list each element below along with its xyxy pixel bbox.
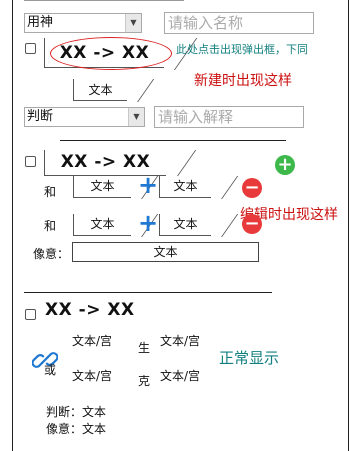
frame-right-border [348,0,349,451]
edit-main-tab-label: XX -> XX [60,152,151,172]
desc-input[interactable]: 请输入解释 [154,106,304,128]
plus-icon[interactable]: + [138,211,158,235]
name-input-placeholder: 请输入名称 [168,14,244,32]
plus-icon: + [277,154,293,175]
top-divider [24,0,184,1]
row2-text-b-label: 文本 [173,217,198,231]
display-title: XX -> XX [45,300,135,320]
minus-icon: − [244,213,260,234]
sheng-label: 生 [138,341,151,355]
xiangyi-input-value: 文本 [153,245,178,259]
display-item-checkbox[interactable] [25,309,36,320]
row1-text-a-label: 文本 [90,179,115,193]
plus-icon[interactable]: + [138,173,158,197]
chevron-down-icon: ▼ [125,14,141,32]
row2-text-a[interactable]: 文本 [73,214,131,236]
right-bottom-value: 文本/宫 [160,369,201,383]
new-mode-note: 新建时出现这样 [194,73,292,89]
xiangyi-line: 像意：文本 [46,422,107,436]
highlight-ellipse [50,37,172,70]
new-text-tab[interactable]: 文本 [73,79,127,101]
row2-text-a-label: 文本 [90,217,115,231]
chevron-down-icon: ▼ [128,108,144,126]
judge-select[interactable]: 判断 ▼ [24,107,145,127]
normal-display-note: 正常显示 [219,349,280,367]
judge-line: 判断：文本 [46,405,107,419]
popup-hint-note: 此处点击出现弹出框，下同 [176,43,308,56]
row1-text-a[interactable]: 文本 [73,176,131,198]
section-divider-1 [60,140,286,141]
row1-text-b-label: 文本 [173,179,198,193]
name-input[interactable]: 请输入名称 [164,12,314,34]
type-select[interactable]: 用神 ▼ [24,13,142,33]
xiangyi-label: 像意： [33,247,70,261]
edit-item-checkbox[interactable] [25,156,36,167]
minus-icon: − [244,177,260,198]
remove-row-button-2[interactable]: − [242,214,262,234]
new-text-tab-label: 文本 [88,83,113,97]
row1-text-b[interactable]: 文本 [159,176,211,198]
judge-select-value: 判断 [27,109,54,124]
left-bottom-value: 文本/宫 [72,369,113,383]
new-item-checkbox[interactable] [25,43,36,54]
frame-left-border [12,0,13,451]
ke-label: 克 [138,374,151,388]
right-top-value: 文本/宫 [160,334,201,348]
section-divider-2 [24,292,272,293]
type-select-value: 用神 [27,15,54,30]
xiangyi-input[interactable]: 文本 [72,242,259,262]
he-label-2: 和 [44,219,57,233]
or-label: 或 [44,363,57,377]
add-row-button[interactable]: + [275,155,295,175]
he-label-1: 和 [44,185,57,199]
remove-row-button-1[interactable]: − [242,178,262,198]
left-top-value: 文本/宫 [72,334,113,348]
desc-input-placeholder: 请输入解释 [158,108,234,126]
row2-text-b[interactable]: 文本 [159,214,211,236]
